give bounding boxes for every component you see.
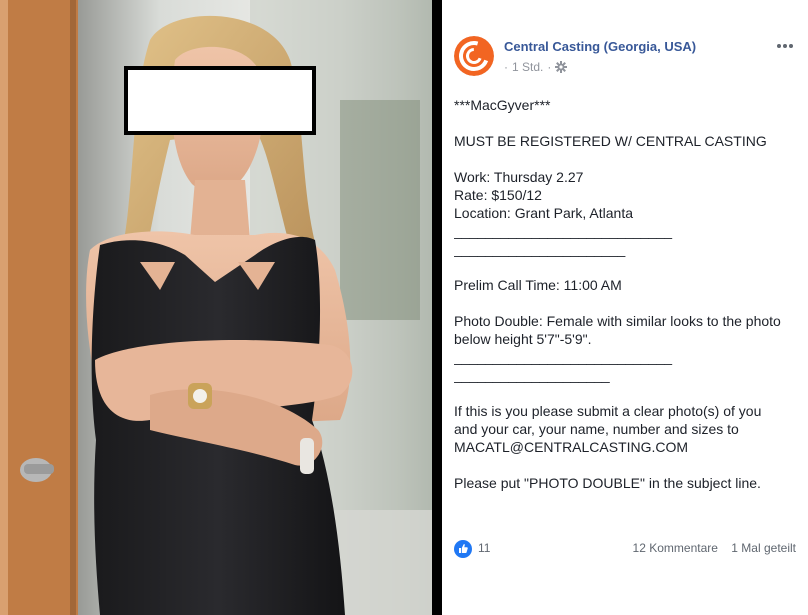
separator-rule: ____________________________ — [454, 349, 673, 365]
post-footer: 11 12 Kommentare 1 Mal geteilt — [454, 538, 796, 560]
work-line: Work: Thursday 2.27 — [454, 169, 584, 185]
post-text: ***MacGyver*** MUST BE REGISTERED W/ CEN… — [454, 96, 794, 492]
separator-rule: ____________________ — [454, 367, 610, 383]
meta-separator: · — [547, 60, 552, 74]
role-line: Photo Double: Female with similar looks … — [454, 313, 781, 329]
submit-instructions-line: If this is you please submit a clear pho… — [454, 403, 762, 419]
pane-divider — [432, 0, 442, 615]
subject-line-instructions: Please put "PHOTO DOUBLE" in the subject… — [454, 475, 761, 491]
post-title-line: ***MacGyver*** — [454, 97, 551, 113]
submit-email: MACATL@CENTRALCASTING.COM — [454, 439, 689, 455]
post-meta: · 1 Std. · — [504, 60, 568, 74]
thumbs-up-icon[interactable] — [454, 540, 472, 558]
central-casting-logo-icon — [454, 36, 494, 76]
more-options-icon[interactable] — [774, 38, 796, 54]
engagement-stats: 12 Kommentare 1 Mal geteilt — [633, 541, 796, 555]
like-count[interactable]: 11 — [478, 541, 490, 555]
face-redaction-box — [124, 66, 316, 135]
location-line: Location: Grant Park, Atlanta — [454, 205, 633, 221]
post-details-pane: Central Casting (Georgia, USA) · 1 Std. … — [442, 0, 808, 615]
submit-instructions-line: and your car, your name, number and size… — [454, 421, 739, 437]
rate-line: Rate: $150/12 — [454, 187, 542, 203]
meta-separator: · — [504, 60, 508, 74]
gear-icon[interactable] — [555, 61, 568, 73]
call-time-line: Prelim Call Time: 11:00 AM — [454, 277, 622, 293]
separator-rule: ____________________________ — [454, 223, 673, 239]
role-line: below height 5'7"-5'9". — [454, 331, 592, 347]
post-photo[interactable] — [0, 0, 432, 615]
separator-rule: ______________________ — [454, 241, 626, 257]
page-name-link[interactable]: Central Casting (Georgia, USA) — [504, 39, 696, 54]
post-timestamp[interactable]: 1 Std. — [512, 60, 543, 74]
post-header: Central Casting (Georgia, USA) · 1 Std. … — [454, 36, 796, 80]
requirement-line: MUST BE REGISTERED W/ CENTRAL CASTING — [454, 133, 767, 149]
page-avatar[interactable] — [454, 36, 494, 76]
shares-count[interactable]: 1 Mal geteilt — [731, 541, 796, 555]
photo-viewer: Central Casting (Georgia, USA) · 1 Std. … — [0, 0, 808, 615]
comments-count[interactable]: 12 Kommentare — [633, 541, 718, 555]
